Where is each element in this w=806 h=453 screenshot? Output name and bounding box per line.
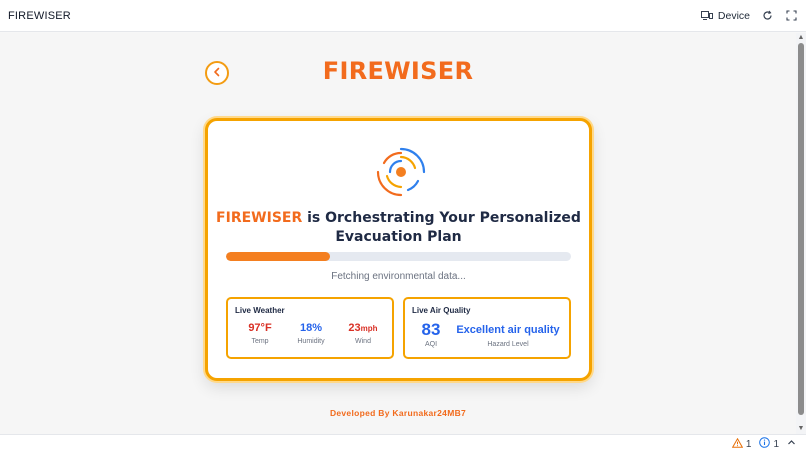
headline-brand: FIREWISER <box>216 210 303 226</box>
hazard-metric: Excellent air quality Hazard Level <box>451 324 565 348</box>
info-count: 1 <box>773 438 779 450</box>
scroll-up-icon[interactable]: ▲ <box>797 34 805 42</box>
app-viewport: FIREWISER FIREWISER is Orchestrating You… <box>0 33 796 434</box>
scrollbar[interactable]: ▲ ▼ <box>796 33 806 434</box>
expand-icon[interactable] <box>784 9 798 23</box>
temp-label: Temp <box>251 338 269 345</box>
temp-metric: 97°F Temp <box>235 322 285 345</box>
top-bar-actions: Device <box>700 9 798 23</box>
loading-headline: FIREWISER is Orchestrating Your Personal… <box>208 209 589 247</box>
hazard-label: Hazard Level <box>487 341 529 348</box>
warning-icon <box>731 437 744 451</box>
app-title: FIREWISER <box>8 9 71 22</box>
weather-title: Live Weather <box>235 306 285 315</box>
hazard-value: Excellent air quality <box>456 324 560 336</box>
status-text: Fetching environmental data... <box>331 271 466 282</box>
humidity-value: 18% <box>299 322 323 334</box>
headline-text: is Orchestrating Your Personalized Evacu… <box>302 210 581 245</box>
aqi-label: AQI <box>424 341 438 348</box>
scroll-down-icon[interactable]: ▼ <box>797 425 805 433</box>
progress-bar <box>226 252 571 261</box>
info-indicator[interactable]: 1 <box>759 437 779 451</box>
aqi-value: 83 <box>421 320 441 339</box>
humidity-label: Humidity <box>297 338 325 345</box>
wind-label: Wind <box>355 338 371 345</box>
loading-card: FIREWISER is Orchestrating Your Personal… <box>205 118 592 381</box>
warnings-indicator[interactable]: 1 <box>731 437 752 451</box>
chevron-up-icon[interactable] <box>787 438 796 450</box>
aqi-metric: 83 AQI <box>413 320 449 349</box>
wind-metric: 23mph Wind <box>338 322 388 345</box>
developer-credit: Developed By Karunakar24MB7 <box>329 408 467 418</box>
live-weather-panel: Live Weather 97°F Temp 18% Humidity 23mp… <box>226 297 394 359</box>
device-button[interactable]: Device <box>700 9 750 23</box>
info-icon <box>759 437 771 451</box>
humidity-metric: 18% Humidity <box>286 322 336 345</box>
live-air-quality-panel: Live Air Quality 83 AQI Excellent air qu… <box>403 297 571 359</box>
loading-spinner-icon <box>375 146 427 198</box>
wind-number: 23 <box>348 322 361 334</box>
top-bar: FIREWISER Device <box>0 0 806 32</box>
status-bar: 1 1 <box>0 434 806 453</box>
scrollbar-thumb[interactable] <box>798 43 804 415</box>
warnings-count: 1 <box>745 438 752 450</box>
refresh-icon[interactable] <box>760 9 774 23</box>
brand-title: FIREWISER <box>322 57 474 85</box>
air-title: Live Air Quality <box>412 306 471 315</box>
progress-fill <box>226 252 330 261</box>
wind-unit: mph <box>360 324 378 333</box>
device-label: Device <box>717 9 750 22</box>
device-icon <box>700 9 714 23</box>
wind-value: 23mph <box>338 322 388 334</box>
temp-value: 97°F <box>248 322 272 334</box>
